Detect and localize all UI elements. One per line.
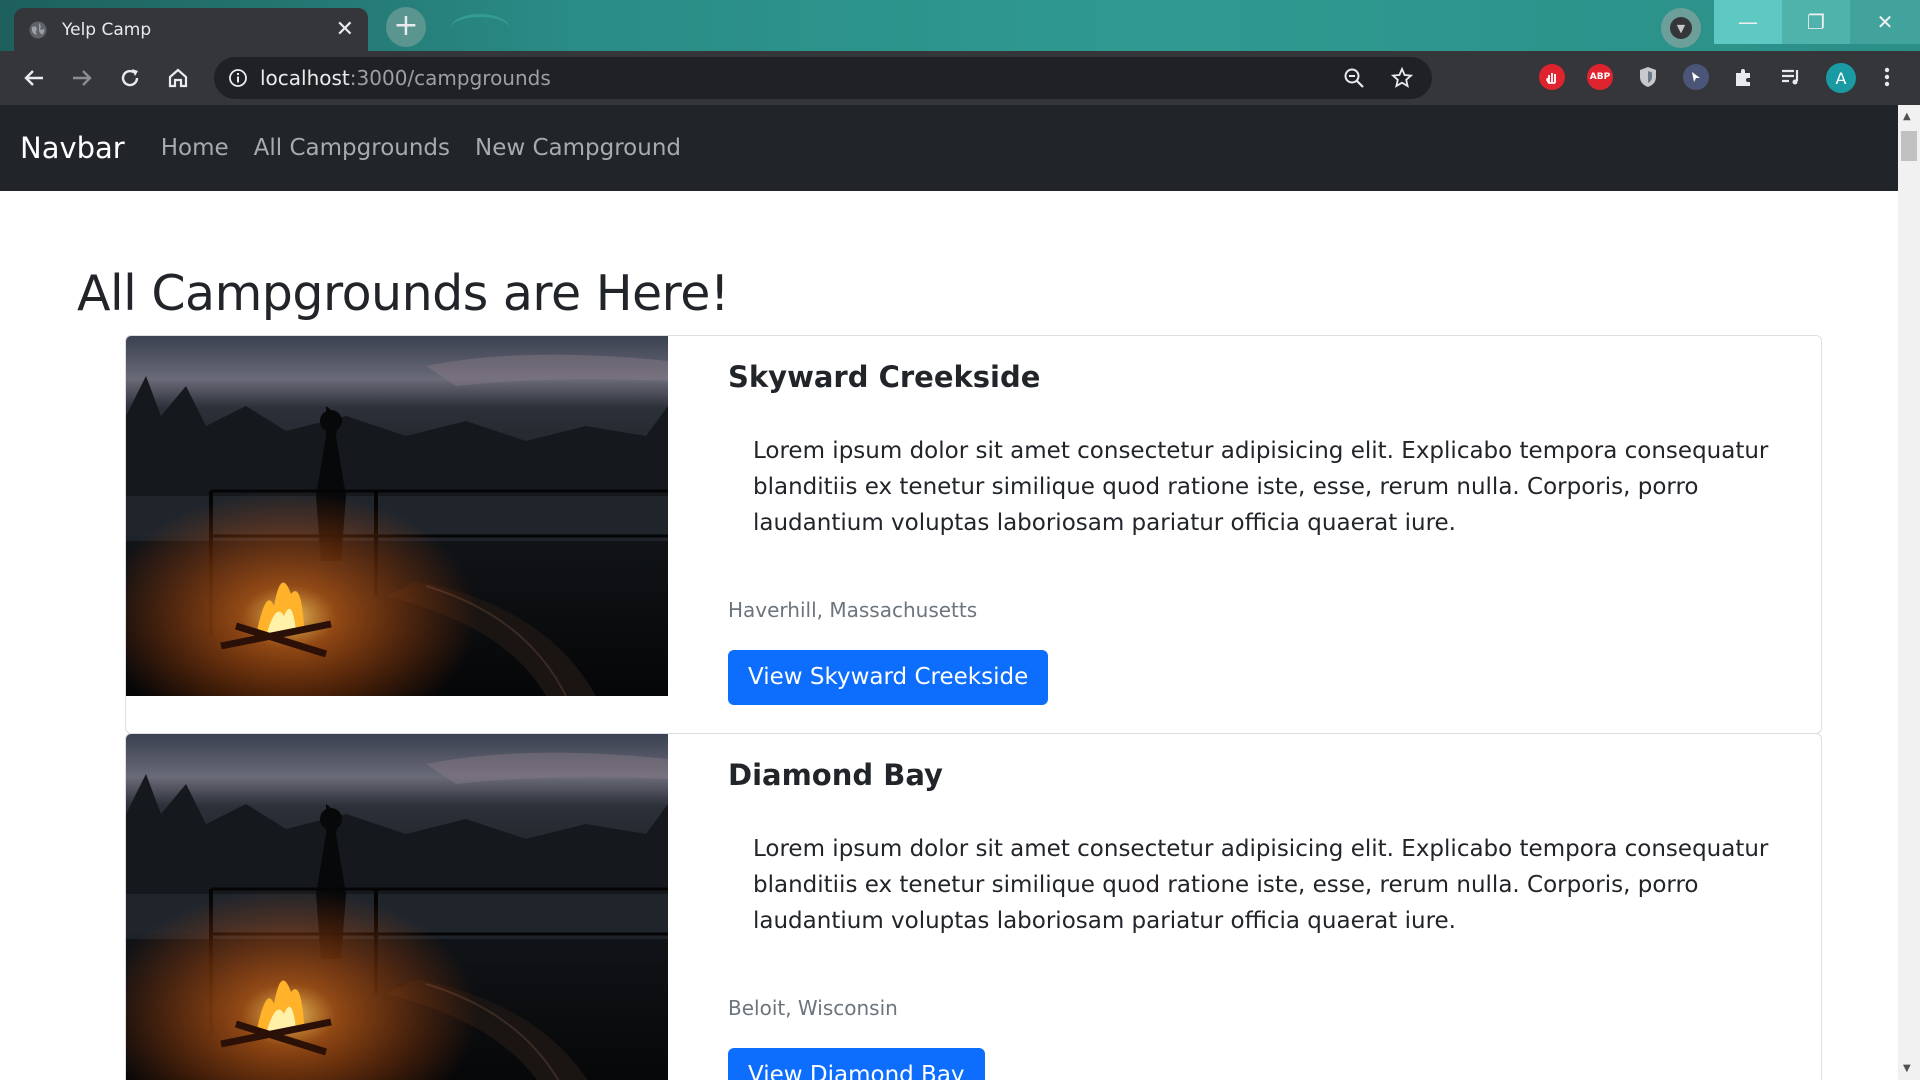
card-location: Beloit, Wisconsin [728, 996, 898, 1020]
chevron-down-icon: ▼ [1670, 17, 1692, 39]
home-icon [168, 68, 188, 88]
url-host: localhost [260, 66, 350, 90]
scroll-up-icon[interactable]: ▲ [1903, 111, 1911, 122]
adblock-plus-icon[interactable]: ABP [1587, 64, 1613, 90]
info-icon [229, 69, 247, 87]
nav-link-all-campgrounds[interactable]: All Campgrounds [254, 135, 450, 161]
nav-link-home[interactable]: Home [161, 135, 229, 161]
screen: Yelp Camp ✕ + ▼ — ❐ ✕ localhost:3000/cam… [0, 0, 1920, 1080]
tab-close-icon[interactable]: ✕ [336, 18, 354, 41]
media-queue-button[interactable] [1778, 64, 1804, 90]
media-queue-icon [1782, 69, 1799, 85]
extensions-button[interactable] [1731, 64, 1757, 90]
url-path: :3000/campgrounds [349, 66, 551, 90]
reload-button[interactable] [106, 54, 154, 102]
kebab-menu-icon [1884, 67, 1890, 87]
navbar-brand[interactable]: Navbar [20, 131, 125, 165]
arrow-left-icon [24, 70, 43, 86]
browser-tab[interactable]: Yelp Camp ✕ [14, 8, 368, 51]
campground-card: Skyward Creekside Lorem ipsum dolor sit … [125, 335, 1822, 734]
chrome-menu-button[interactable] [1874, 64, 1900, 90]
ublock-icon[interactable] [1539, 64, 1565, 90]
hand-icon [1546, 73, 1556, 84]
reload-icon [121, 69, 139, 87]
puzzle-icon [1736, 69, 1750, 86]
maximize-button[interactable]: ❐ [1782, 0, 1850, 44]
card-description: Lorem ipsum dolor sit amet consectetur a… [753, 836, 1769, 934]
forward-button[interactable] [58, 54, 106, 102]
globe-icon [29, 21, 47, 38]
home-button[interactable] [154, 54, 202, 102]
arrow-right-icon [73, 70, 92, 86]
back-button[interactable] [10, 54, 58, 102]
card-description: Lorem ipsum dolor sit amet consectetur a… [753, 438, 1769, 536]
browser-titlebar: Yelp Camp ✕ + ▼ — ❐ ✕ [0, 0, 1920, 51]
minimize-button[interactable]: — [1714, 0, 1782, 44]
profile-avatar[interactable]: A [1826, 63, 1856, 93]
close-window-button[interactable]: ✕ [1850, 0, 1920, 44]
decorative-wave [450, 14, 510, 44]
scrollbar-thumb[interactable] [1901, 131, 1917, 161]
campground-photo [126, 336, 668, 696]
view-campground-button[interactable]: View Skyward Creekside [728, 650, 1049, 705]
page-scrollbar[interactable]: ▲ ▼ [1898, 105, 1920, 1080]
cursor-icon [1692, 72, 1700, 82]
scroll-down-icon[interactable]: ▼ [1903, 1063, 1911, 1074]
zoom-out-icon[interactable] [1342, 66, 1366, 90]
tab-search-button[interactable]: ▼ [1661, 8, 1701, 48]
nav-link-new-campground[interactable]: New Campground [475, 135, 681, 161]
card-location: Haverhill, Massachusetts [728, 598, 978, 622]
shield-extension-icon[interactable] [1635, 64, 1661, 90]
address-bar[interactable]: localhost:3000/campgrounds [214, 57, 1432, 99]
bookmark-star-icon[interactable] [1390, 66, 1414, 90]
view-campground-button[interactable]: View Diamond Bay [728, 1048, 985, 1080]
card-title: Skyward Creekside [728, 360, 1041, 394]
campground-photo [126, 734, 668, 1080]
campground-card: Diamond Bay Lorem ipsum dolor sit amet c… [125, 733, 1822, 1080]
shield-icon [1640, 67, 1656, 87]
card-title: Diamond Bay [728, 758, 943, 792]
browser-toolbar: localhost:3000/campgrounds [0, 51, 1920, 105]
web-page: Navbar Home All Campgrounds New Campgrou… [0, 105, 1898, 1080]
new-tab-button[interactable]: + [386, 7, 426, 47]
adblock-plus-label: ABP [1589, 72, 1611, 82]
omnibox-actions [1342, 57, 1432, 99]
page-title: All Campgrounds are Here! [77, 265, 730, 322]
tab-title: Yelp Camp [62, 19, 152, 40]
site-navbar: Navbar Home All Campgrounds New Campgrou… [0, 105, 1898, 191]
cursor-extension-icon[interactable] [1683, 64, 1709, 90]
